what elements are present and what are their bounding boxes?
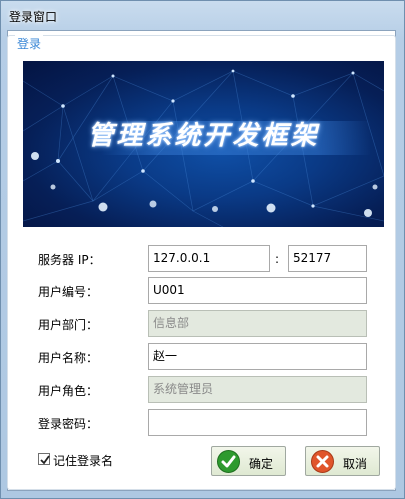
close-circle-icon — [311, 450, 334, 473]
role-label: 用户角色： — [38, 384, 99, 398]
department-label: 用户部门： — [38, 318, 99, 332]
department-field: 信息部 — [148, 310, 367, 337]
check-circle-icon — [217, 450, 240, 473]
banner-title: 管理系统开发框架 — [87, 121, 320, 151]
banner-image: 管理系统开发框架 — [23, 61, 384, 227]
password-input[interactable] — [148, 409, 367, 436]
title-bar[interactable]: 登录窗口 — [1, 1, 404, 31]
groupbox-title: 登录 — [15, 35, 44, 52]
server-ip-input[interactable]: 127.0.0.1 — [148, 245, 270, 272]
user-code-input[interactable]: U001 — [148, 277, 367, 304]
server-ip-label: 服务器 IP： — [38, 253, 101, 267]
remember-label[interactable]: 记住登录名 — [53, 452, 113, 469]
checkmark-icon — [40, 455, 50, 465]
user-code-label: 用户编号： — [38, 285, 99, 299]
port-input[interactable]: 52177 — [288, 245, 367, 272]
remember-checkbox[interactable] — [38, 453, 50, 465]
user-name-input[interactable]: 赵一 — [148, 343, 367, 370]
ok-button-label: 确定 — [249, 457, 274, 471]
cancel-button-label: 取消 — [343, 457, 368, 471]
user-name-label: 用户名称： — [38, 351, 99, 365]
cancel-button[interactable]: 取消 — [305, 446, 380, 476]
ok-button[interactable]: 确定 — [211, 446, 286, 476]
password-label: 登录密码： — [38, 417, 99, 431]
port-separator: : — [275, 252, 280, 266]
role-field: 系统管理员 — [148, 376, 367, 403]
window-title: 登录窗口 — [9, 10, 58, 24]
